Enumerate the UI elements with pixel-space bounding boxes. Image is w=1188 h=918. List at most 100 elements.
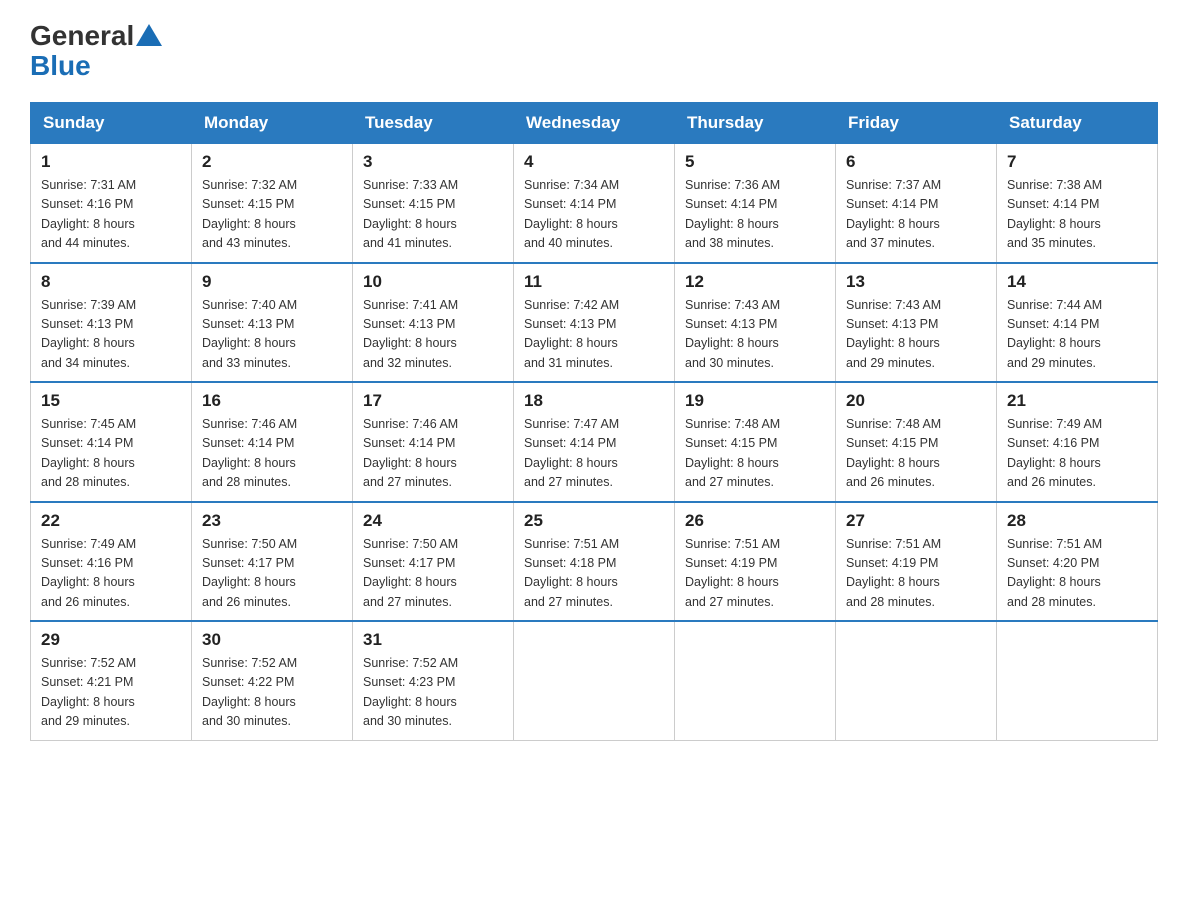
day-number: 29 xyxy=(41,630,181,650)
logo-triangle-icon xyxy=(136,24,162,46)
day-info: Sunrise: 7:51 AM Sunset: 4:19 PM Dayligh… xyxy=(685,535,825,613)
day-number: 23 xyxy=(202,511,342,531)
logo-blue-text: Blue xyxy=(30,50,162,82)
day-number: 15 xyxy=(41,391,181,411)
calendar-day-cell xyxy=(514,621,675,740)
calendar-day-cell: 29 Sunrise: 7:52 AM Sunset: 4:21 PM Dayl… xyxy=(31,621,192,740)
day-number: 26 xyxy=(685,511,825,531)
calendar-day-cell: 6 Sunrise: 7:37 AM Sunset: 4:14 PM Dayli… xyxy=(836,144,997,263)
calendar-week-row: 15 Sunrise: 7:45 AM Sunset: 4:14 PM Dayl… xyxy=(31,382,1158,502)
calendar-week-row: 29 Sunrise: 7:52 AM Sunset: 4:21 PM Dayl… xyxy=(31,621,1158,740)
calendar-day-cell: 23 Sunrise: 7:50 AM Sunset: 4:17 PM Dayl… xyxy=(192,502,353,622)
calendar-day-cell: 28 Sunrise: 7:51 AM Sunset: 4:20 PM Dayl… xyxy=(997,502,1158,622)
day-number: 22 xyxy=(41,511,181,531)
calendar-week-row: 22 Sunrise: 7:49 AM Sunset: 4:16 PM Dayl… xyxy=(31,502,1158,622)
day-info: Sunrise: 7:41 AM Sunset: 4:13 PM Dayligh… xyxy=(363,296,503,374)
calendar-day-cell: 11 Sunrise: 7:42 AM Sunset: 4:13 PM Dayl… xyxy=(514,263,675,383)
calendar-day-cell xyxy=(836,621,997,740)
calendar-day-cell: 7 Sunrise: 7:38 AM Sunset: 4:14 PM Dayli… xyxy=(997,144,1158,263)
day-info: Sunrise: 7:51 AM Sunset: 4:20 PM Dayligh… xyxy=(1007,535,1147,613)
calendar-day-cell: 26 Sunrise: 7:51 AM Sunset: 4:19 PM Dayl… xyxy=(675,502,836,622)
calendar-day-cell: 16 Sunrise: 7:46 AM Sunset: 4:14 PM Dayl… xyxy=(192,382,353,502)
day-number: 31 xyxy=(363,630,503,650)
calendar-day-cell: 30 Sunrise: 7:52 AM Sunset: 4:22 PM Dayl… xyxy=(192,621,353,740)
calendar-day-cell: 27 Sunrise: 7:51 AM Sunset: 4:19 PM Dayl… xyxy=(836,502,997,622)
day-info: Sunrise: 7:43 AM Sunset: 4:13 PM Dayligh… xyxy=(685,296,825,374)
logo: General Blue xyxy=(30,20,162,82)
calendar-day-cell: 25 Sunrise: 7:51 AM Sunset: 4:18 PM Dayl… xyxy=(514,502,675,622)
day-number: 27 xyxy=(846,511,986,531)
calendar-header-row: SundayMondayTuesdayWednesdayThursdayFrid… xyxy=(31,103,1158,144)
day-number: 30 xyxy=(202,630,342,650)
day-number: 28 xyxy=(1007,511,1147,531)
calendar-day-cell xyxy=(997,621,1158,740)
day-number: 20 xyxy=(846,391,986,411)
day-number: 11 xyxy=(524,272,664,292)
day-info: Sunrise: 7:49 AM Sunset: 4:16 PM Dayligh… xyxy=(1007,415,1147,493)
column-header-monday: Monday xyxy=(192,103,353,144)
column-header-wednesday: Wednesday xyxy=(514,103,675,144)
page-header: General Blue xyxy=(30,20,1158,82)
column-header-tuesday: Tuesday xyxy=(353,103,514,144)
day-info: Sunrise: 7:36 AM Sunset: 4:14 PM Dayligh… xyxy=(685,176,825,254)
day-number: 6 xyxy=(846,152,986,172)
day-number: 25 xyxy=(524,511,664,531)
calendar-day-cell: 9 Sunrise: 7:40 AM Sunset: 4:13 PM Dayli… xyxy=(192,263,353,383)
day-info: Sunrise: 7:46 AM Sunset: 4:14 PM Dayligh… xyxy=(363,415,503,493)
day-info: Sunrise: 7:45 AM Sunset: 4:14 PM Dayligh… xyxy=(41,415,181,493)
calendar-day-cell: 3 Sunrise: 7:33 AM Sunset: 4:15 PM Dayli… xyxy=(353,144,514,263)
day-number: 12 xyxy=(685,272,825,292)
day-number: 1 xyxy=(41,152,181,172)
column-header-sunday: Sunday xyxy=(31,103,192,144)
day-info: Sunrise: 7:31 AM Sunset: 4:16 PM Dayligh… xyxy=(41,176,181,254)
day-number: 7 xyxy=(1007,152,1147,172)
calendar-day-cell: 10 Sunrise: 7:41 AM Sunset: 4:13 PM Dayl… xyxy=(353,263,514,383)
day-info: Sunrise: 7:47 AM Sunset: 4:14 PM Dayligh… xyxy=(524,415,664,493)
day-info: Sunrise: 7:38 AM Sunset: 4:14 PM Dayligh… xyxy=(1007,176,1147,254)
column-header-thursday: Thursday xyxy=(675,103,836,144)
calendar-day-cell: 18 Sunrise: 7:47 AM Sunset: 4:14 PM Dayl… xyxy=(514,382,675,502)
calendar-week-row: 1 Sunrise: 7:31 AM Sunset: 4:16 PM Dayli… xyxy=(31,144,1158,263)
day-number: 14 xyxy=(1007,272,1147,292)
column-header-friday: Friday xyxy=(836,103,997,144)
column-header-saturday: Saturday xyxy=(997,103,1158,144)
day-number: 10 xyxy=(363,272,503,292)
day-info: Sunrise: 7:46 AM Sunset: 4:14 PM Dayligh… xyxy=(202,415,342,493)
day-number: 4 xyxy=(524,152,664,172)
day-info: Sunrise: 7:49 AM Sunset: 4:16 PM Dayligh… xyxy=(41,535,181,613)
calendar-day-cell: 8 Sunrise: 7:39 AM Sunset: 4:13 PM Dayli… xyxy=(31,263,192,383)
calendar-day-cell xyxy=(675,621,836,740)
day-info: Sunrise: 7:39 AM Sunset: 4:13 PM Dayligh… xyxy=(41,296,181,374)
day-info: Sunrise: 7:52 AM Sunset: 4:23 PM Dayligh… xyxy=(363,654,503,732)
day-info: Sunrise: 7:52 AM Sunset: 4:22 PM Dayligh… xyxy=(202,654,342,732)
calendar-day-cell: 4 Sunrise: 7:34 AM Sunset: 4:14 PM Dayli… xyxy=(514,144,675,263)
day-info: Sunrise: 7:42 AM Sunset: 4:13 PM Dayligh… xyxy=(524,296,664,374)
calendar-table: SundayMondayTuesdayWednesdayThursdayFrid… xyxy=(30,102,1158,741)
calendar-day-cell: 2 Sunrise: 7:32 AM Sunset: 4:15 PM Dayli… xyxy=(192,144,353,263)
day-info: Sunrise: 7:34 AM Sunset: 4:14 PM Dayligh… xyxy=(524,176,664,254)
calendar-day-cell: 22 Sunrise: 7:49 AM Sunset: 4:16 PM Dayl… xyxy=(31,502,192,622)
calendar-week-row: 8 Sunrise: 7:39 AM Sunset: 4:13 PM Dayli… xyxy=(31,263,1158,383)
day-number: 5 xyxy=(685,152,825,172)
day-info: Sunrise: 7:43 AM Sunset: 4:13 PM Dayligh… xyxy=(846,296,986,374)
calendar-day-cell: 12 Sunrise: 7:43 AM Sunset: 4:13 PM Dayl… xyxy=(675,263,836,383)
calendar-day-cell: 17 Sunrise: 7:46 AM Sunset: 4:14 PM Dayl… xyxy=(353,382,514,502)
calendar-day-cell: 21 Sunrise: 7:49 AM Sunset: 4:16 PM Dayl… xyxy=(997,382,1158,502)
day-info: Sunrise: 7:33 AM Sunset: 4:15 PM Dayligh… xyxy=(363,176,503,254)
calendar-day-cell: 24 Sunrise: 7:50 AM Sunset: 4:17 PM Dayl… xyxy=(353,502,514,622)
day-info: Sunrise: 7:52 AM Sunset: 4:21 PM Dayligh… xyxy=(41,654,181,732)
day-number: 24 xyxy=(363,511,503,531)
calendar-day-cell: 31 Sunrise: 7:52 AM Sunset: 4:23 PM Dayl… xyxy=(353,621,514,740)
calendar-day-cell: 13 Sunrise: 7:43 AM Sunset: 4:13 PM Dayl… xyxy=(836,263,997,383)
calendar-day-cell: 14 Sunrise: 7:44 AM Sunset: 4:14 PM Dayl… xyxy=(997,263,1158,383)
day-info: Sunrise: 7:48 AM Sunset: 4:15 PM Dayligh… xyxy=(685,415,825,493)
day-info: Sunrise: 7:37 AM Sunset: 4:14 PM Dayligh… xyxy=(846,176,986,254)
day-info: Sunrise: 7:50 AM Sunset: 4:17 PM Dayligh… xyxy=(202,535,342,613)
day-info: Sunrise: 7:40 AM Sunset: 4:13 PM Dayligh… xyxy=(202,296,342,374)
day-number: 17 xyxy=(363,391,503,411)
day-info: Sunrise: 7:50 AM Sunset: 4:17 PM Dayligh… xyxy=(363,535,503,613)
calendar-day-cell: 5 Sunrise: 7:36 AM Sunset: 4:14 PM Dayli… xyxy=(675,144,836,263)
calendar-day-cell: 20 Sunrise: 7:48 AM Sunset: 4:15 PM Dayl… xyxy=(836,382,997,502)
day-info: Sunrise: 7:32 AM Sunset: 4:15 PM Dayligh… xyxy=(202,176,342,254)
day-number: 3 xyxy=(363,152,503,172)
